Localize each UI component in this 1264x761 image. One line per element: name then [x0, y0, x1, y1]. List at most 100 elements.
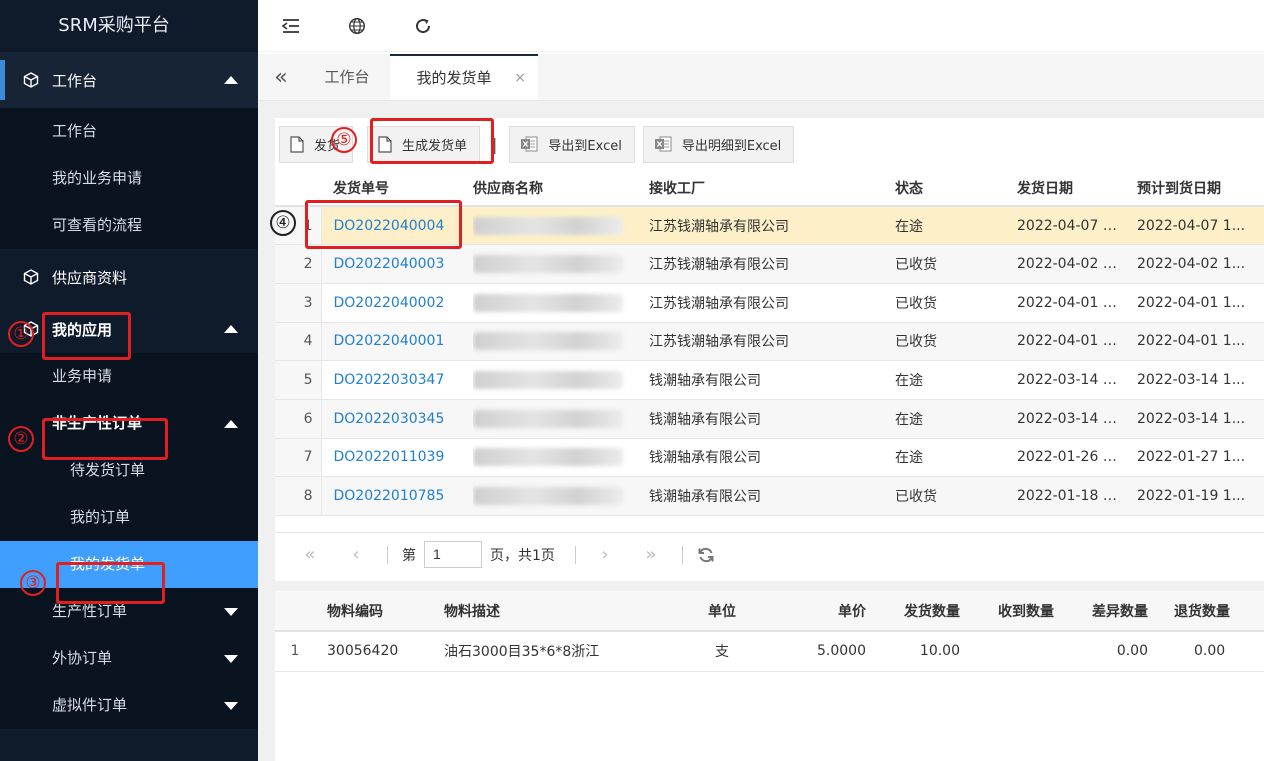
chevron-down-icon	[224, 701, 238, 710]
document-icon	[290, 135, 304, 153]
tab-workbench[interactable]: 工作台	[304, 54, 390, 100]
column-header[interactable]: 状态	[895, 170, 989, 207]
eta-date: 2022-04-07 1...	[1129, 206, 1264, 246]
ship-button[interactable]: 发货	[279, 125, 354, 163]
page-number-input[interactable]: 1	[424, 541, 482, 568]
cube-icon	[22, 71, 40, 89]
export-button-label: 导出到Excel	[548, 138, 622, 154]
menu-group-supplier[interactable]: 供应商资料	[0, 249, 258, 305]
export-detail-button-label: 导出明细到Excel	[681, 138, 782, 154]
column-header[interactable]: 单位	[682, 591, 762, 632]
sidebar-item-label: 虚拟件订单	[52, 696, 128, 714]
column-header[interactable]: 收到数量	[966, 591, 1060, 632]
next-page-icon[interactable]: ›	[590, 544, 620, 565]
menu-collapse-button[interactable]	[258, 0, 324, 52]
column-header[interactable]: 差异数量	[1060, 591, 1154, 632]
double-chevron-left-icon[interactable]: «	[258, 54, 304, 100]
chevron-up-icon	[224, 325, 238, 333]
shipment-code-link[interactable]: DO2022030347	[321, 360, 473, 400]
eta-date: 2022-04-02 1...	[1129, 244, 1264, 284]
chevron-up-icon	[224, 76, 238, 84]
column-header[interactable]: 物料编码	[315, 591, 432, 632]
redacted-text	[473, 448, 623, 467]
shipment-code-link[interactable]: DO2022040003	[321, 244, 473, 284]
table-row[interactable]: 2 DO2022040003 江苏钱潮轴承有限公司 已收货 2022-04-02 1..…	[275, 244, 1264, 284]
row-index: 5	[275, 360, 322, 400]
column-header[interactable]: 接收工厂	[649, 170, 895, 207]
column-header-index	[275, 591, 315, 632]
ship-date: 2022-04-02 1...	[989, 244, 1129, 284]
menu-group-label: 供应商资料	[52, 268, 128, 287]
supplier-name-redacted	[473, 206, 649, 246]
column-header[interactable]: 供应商名称	[473, 170, 649, 207]
sidebar-item-my-requests[interactable]: 我的业务申请	[0, 155, 258, 202]
table-row[interactable]: 8 DO2022010785 钱潮轴承有限公司 已收货 2022-01-18 0... 2…	[275, 476, 1264, 516]
sidebar-item-my-shipments[interactable]: 我的发货单	[0, 541, 258, 588]
column-header[interactable]: 单价	[762, 591, 872, 632]
table-row[interactable]: 5 DO2022030347 钱潮轴承有限公司 在途 2022-03-14 1... 20…	[275, 360, 1264, 400]
sidebar-item-pending-ship[interactable]: 待发货订单	[0, 447, 258, 494]
ship-qty: 10.00	[872, 631, 966, 672]
material-code: 30056420	[315, 631, 432, 672]
table-row[interactable]: 1 30056420 油石3000目35*6*8浙江 支 5.0000 10.0…	[275, 631, 1264, 672]
column-header[interactable]: 发货单号	[321, 170, 473, 207]
shipment-code-link[interactable]: DO2022010785	[321, 476, 473, 516]
toolbar: 发货 生成发货单 | 导出到Excel 导出明细到Excel	[275, 118, 1264, 170]
export-detail-excel-button[interactable]: 导出明细到Excel	[642, 125, 795, 163]
status: 在途	[895, 360, 989, 400]
table-row[interactable]: 4 DO2022040001 江苏钱潮轴承有限公司 已收货 2022-04-01 1..…	[275, 322, 1264, 362]
column-header[interactable]: 预计到货日期	[1129, 170, 1264, 207]
receiving-factory: 钱潮轴承有限公司	[649, 438, 895, 478]
shipment-code-link[interactable]: DO2022040002	[321, 283, 473, 323]
close-icon[interactable]: ×	[514, 56, 526, 100]
column-header[interactable]: 物料描述	[432, 591, 682, 632]
sidebar-item-prod-order[interactable]: 生产性订单	[0, 588, 258, 635]
sidebar-item-workbench[interactable]: 工作台	[0, 108, 258, 155]
shipment-code-link[interactable]: DO2022040001	[321, 322, 473, 362]
shipment-code-link[interactable]: DO2022030345	[321, 399, 473, 439]
first-page-icon[interactable]: «	[295, 544, 325, 565]
table-row[interactable]: 7 DO2022011039 钱潮轴承有限公司 在途 2022-01-26 1... 20…	[275, 438, 1264, 478]
sidebar-item-my-orders[interactable]: 我的订单	[0, 494, 258, 541]
sidebar-item-virtual-order[interactable]: 虚拟件订单	[0, 682, 258, 729]
supplier-name-redacted	[473, 360, 649, 400]
eta-date: 2022-01-19 1...	[1129, 476, 1264, 516]
eta-date: 2022-04-01 1...	[1129, 283, 1264, 323]
shipment-table: 发货单号 供应商名称 接收工厂 状态 发货日期 预计到货日期 1 DO202204…	[275, 170, 1264, 516]
pager-separator	[681, 545, 683, 564]
row-index: 1	[275, 631, 315, 672]
shipment-code-link[interactable]: DO2022011039	[321, 438, 473, 478]
sidebar-item-label: 非生产性订单	[52, 414, 143, 432]
supplier-name-redacted	[473, 244, 649, 284]
menu-group-my-apps[interactable]: 我的应用	[0, 305, 258, 353]
receiving-factory: 江苏钱潮轴承有限公司	[649, 244, 895, 284]
prev-page-icon[interactable]: ‹	[341, 544, 371, 565]
redacted-text	[473, 216, 623, 235]
table-row[interactable]: 1 DO2022040004 江苏钱潮轴承有限公司 在途 2022-04-07 1...…	[275, 206, 1264, 246]
column-header[interactable]: 退货数量	[1154, 591, 1264, 632]
supplier-name-redacted	[473, 438, 649, 478]
language-button[interactable]	[324, 0, 390, 52]
refresh-icon	[416, 18, 431, 33]
ship-button-label: 发货	[314, 138, 341, 154]
export-excel-button[interactable]: 导出到Excel	[509, 125, 635, 163]
column-header[interactable]: 发货日期	[989, 170, 1129, 207]
eta-date: 2022-04-01 1...	[1129, 322, 1264, 362]
sidebar-item-biz-apply[interactable]: 业务申请	[0, 353, 258, 400]
column-header[interactable]: 发货数量	[872, 591, 966, 632]
generate-shipment-button[interactable]: 生成发货单	[367, 125, 481, 163]
tab-my-shipments[interactable]: 我的发货单 ×	[390, 54, 538, 100]
last-page-icon[interactable]: »	[636, 544, 666, 565]
refresh-button[interactable]	[390, 0, 456, 52]
sidebar-item-nonprod-order[interactable]: 非生产性订单	[0, 400, 258, 447]
table-row[interactable]: 3 DO2022040002 江苏钱潮轴承有限公司 已收货 2022-04-01 1..…	[275, 283, 1264, 323]
receiving-factory: 钱潮轴承有限公司	[649, 360, 895, 400]
sidebar-item-outsource-order[interactable]: 外协订单	[0, 635, 258, 682]
menu-group-workbench[interactable]: 工作台	[0, 52, 258, 108]
shipment-code-link[interactable]: DO2022040004	[321, 206, 473, 246]
redacted-text	[473, 487, 623, 506]
sidebar-item-viewable-flows[interactable]: 可查看的流程	[0, 202, 258, 249]
table-row[interactable]: 6 DO2022030345 钱潮轴承有限公司 在途 2022-03-14 1... 20…	[275, 399, 1264, 439]
refresh-icon[interactable]	[697, 546, 715, 564]
row-index: 6	[275, 399, 322, 439]
